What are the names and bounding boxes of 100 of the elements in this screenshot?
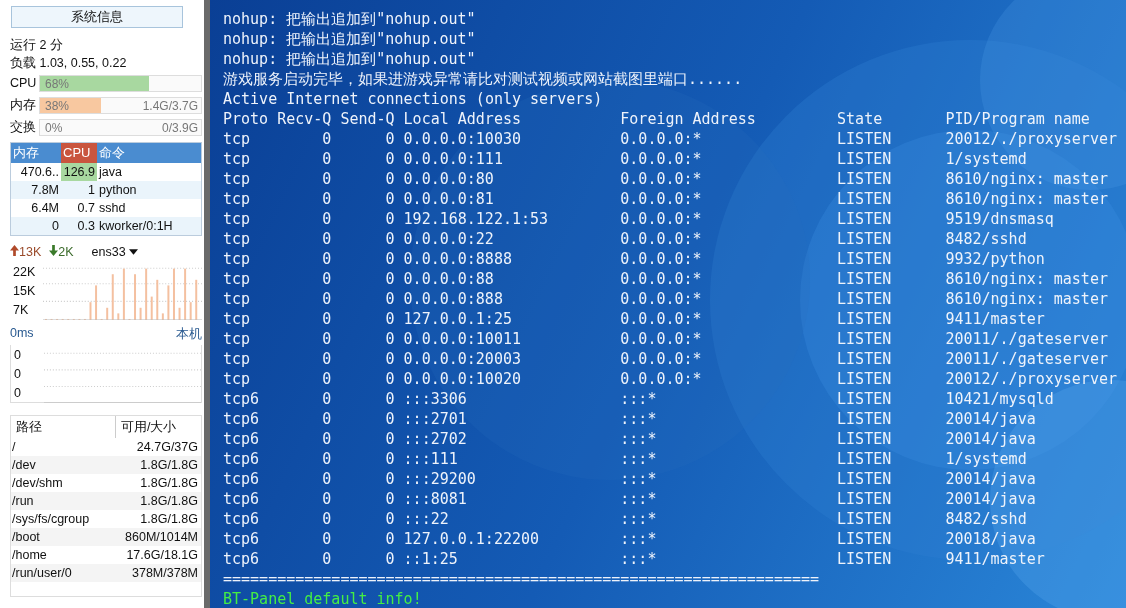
table-cell-text: 0.0.0.0:* xyxy=(620,169,703,189)
table-cell-text: LISTEN xyxy=(837,469,893,489)
table-cell-text: 0 xyxy=(321,269,332,289)
column-header[interactable]: CPU xyxy=(61,143,97,163)
table-cell-text: 0 xyxy=(384,169,396,189)
interface-dropdown[interactable]: ens33 xyxy=(91,245,138,259)
table-cell-text: :::2702 xyxy=(403,429,468,449)
column-header[interactable]: 路径 xyxy=(11,416,116,438)
table-cell-text: LISTEN xyxy=(837,289,893,309)
upload-speed: 13K xyxy=(10,245,42,259)
table-cell-text: 0 xyxy=(384,529,396,549)
table-cell-text: :::* xyxy=(620,529,658,549)
table-cell-text: /home xyxy=(11,547,48,564)
table-cell-text: :::* xyxy=(620,409,658,429)
meter-label: 内存 xyxy=(10,96,37,114)
table-cell-text: 0.0.0.0:* xyxy=(620,249,703,269)
table-cell-text: 8610/nginx: master xyxy=(945,289,1109,309)
table-cell-text: 0 xyxy=(321,249,332,269)
table-cell-text: 10421/mysqld xyxy=(945,389,1055,409)
table-cell-text: 0 xyxy=(321,369,332,389)
table-cell-text: 0.0.0.0:10030 xyxy=(403,129,522,149)
terminal-line: nohup: 把输出追加到"nohup.out" xyxy=(223,9,477,29)
table-cell-text: 0 xyxy=(321,149,332,169)
table-cell-text: 0 xyxy=(384,429,396,449)
download-speed: 2K xyxy=(49,245,74,259)
table-cell-text: 8610/nginx: master xyxy=(945,189,1109,209)
column-header[interactable]: 可用/大小 xyxy=(116,416,201,438)
table-cell-text: 0 xyxy=(321,349,332,369)
table-cell-text: 0.0.0.0:* xyxy=(620,269,703,289)
table-cell-text: 0.0.0.0:81 xyxy=(403,189,495,209)
uptime-text: 运行 2 分 xyxy=(10,37,64,54)
meter-percent: 38% xyxy=(45,98,70,113)
table-cell-text: 8482/sshd xyxy=(945,229,1028,249)
table-cell-text: 0 xyxy=(384,509,396,529)
table-cell-text: 20014/java xyxy=(945,469,1037,489)
table-cell-text: LISTEN xyxy=(837,209,893,229)
table-cell-text: /sys/fs/cgroup xyxy=(11,511,91,528)
axis-label: 15K xyxy=(13,284,37,298)
table-cell-text: 0 xyxy=(321,489,332,509)
table-cell-text: sshd xyxy=(98,200,127,217)
table-cell-text: :::* xyxy=(620,489,658,509)
table-cell-text: 8610/nginx: master xyxy=(945,169,1109,189)
latency-value: 0ms xyxy=(10,326,34,342)
table-cell-text: 0 xyxy=(384,389,396,409)
system-info-button[interactable]: 系统信息 xyxy=(11,6,183,28)
table-cell-text: 7.8M xyxy=(30,182,60,199)
table-cell-text: 0 xyxy=(384,469,396,489)
table-cell-text: 0 xyxy=(384,149,396,169)
column-header: Recv-Q xyxy=(277,109,332,129)
table-cell-text: 0 xyxy=(384,249,396,269)
table-cell-text: tcp xyxy=(223,309,252,329)
table-cell-text: 0 xyxy=(321,549,332,569)
table-cell-text: 378M/378M xyxy=(131,565,199,582)
table-cell-text: 0 xyxy=(321,289,332,309)
table-cell-text: tcp xyxy=(223,149,252,169)
table-cell-text: 9411/master xyxy=(945,549,1046,569)
table-cell-text: 20011/./gateserver xyxy=(945,329,1109,349)
table-cell-text: LISTEN xyxy=(837,429,893,449)
column-header[interactable]: 内存 xyxy=(11,143,61,163)
table-cell-text: tcp6 xyxy=(223,509,261,529)
table-cell-text: LISTEN xyxy=(837,309,893,329)
table-cell-text: 0.0.0.0:10020 xyxy=(403,369,522,389)
table-cell-text: 0.0.0.0:8888 xyxy=(403,249,513,269)
axis-label: 0 xyxy=(14,366,22,381)
table-cell-text: 20011/./gateserver xyxy=(945,349,1109,369)
table-cell-text: 0.7 xyxy=(76,200,96,217)
table-cell-text: LISTEN xyxy=(837,489,893,509)
table-cell-text: 0.0.0.0:* xyxy=(620,229,703,249)
column-header: PID/Program name xyxy=(945,109,1091,129)
table-cell-text: 1.8G/1.8G xyxy=(139,457,199,474)
table-cell-text: tcp xyxy=(223,249,252,269)
table-cell-text: LISTEN xyxy=(837,529,893,549)
table-cell-text: LISTEN xyxy=(837,369,893,389)
table-cell-text: 0 xyxy=(384,329,396,349)
terminal-line: 游戏服务启动完毕，如果进游戏异常请比对测试视频或网站截图里端口...... xyxy=(223,69,744,89)
table-cell-text: tcp xyxy=(223,289,252,309)
table-cell-text: tcp xyxy=(223,209,252,229)
table-cell-text: :::* xyxy=(620,429,658,449)
table-cell-text: 20014/java xyxy=(945,409,1037,429)
table-cell-text: LISTEN xyxy=(837,389,893,409)
table-cell-text: tcp xyxy=(223,329,252,349)
table-cell-text: 20012/./proxyserver xyxy=(945,129,1118,149)
latency-target[interactable]: 本机 xyxy=(176,326,202,343)
table-cell-text: 9411/master xyxy=(945,309,1046,329)
table-cell-text: 0.0.0.0:111 xyxy=(403,149,504,169)
table-cell-text: 0 xyxy=(321,309,332,329)
meter-label: CPU xyxy=(10,76,38,90)
table-cell-text: 1.8G/1.8G xyxy=(139,493,199,510)
table-cell-text: :::22 xyxy=(403,509,450,529)
table-cell-text: :::29200 xyxy=(403,469,477,489)
table-cell-text: 0.0.0.0:* xyxy=(620,369,703,389)
table-cell-text: 192.168.122.1:53 xyxy=(403,209,550,229)
table-cell-text: 8482/sshd xyxy=(945,509,1028,529)
table-cell-text: 0 xyxy=(321,509,332,529)
table-cell-text: tcp xyxy=(223,189,252,209)
table-cell-text: 0.0.0.0:* xyxy=(620,309,703,329)
table-cell-text: 0 xyxy=(384,489,396,509)
table-cell-text: 0 xyxy=(384,229,396,249)
column-header[interactable]: 命令 xyxy=(97,143,201,163)
table-cell-text: :::3306 xyxy=(403,389,468,409)
